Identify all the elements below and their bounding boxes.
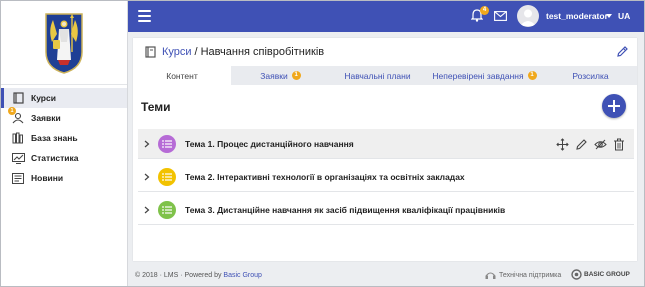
topic-title: Тема 1. Процес дистанційного навчання (185, 138, 354, 149)
tab-badge: 1 (527, 71, 537, 80)
support-icon (485, 272, 496, 279)
tab-label: Навчальні плани (344, 70, 411, 81)
sidebar: Курси 1 Заявки База знань Статистика Нов… (1, 1, 128, 286)
tab-content[interactable]: Контент (133, 66, 231, 85)
section-title: Теми (141, 100, 171, 114)
sidebar-menu: Курси 1 Заявки База знань Статистика Нов… (1, 88, 127, 188)
chevron-right-icon[interactable] (140, 140, 154, 148)
top-bar: 4 test_moderator UA (128, 1, 644, 32)
requests-icon: 1 (8, 107, 25, 125)
footer: © 2018 · LMS · Powered by Basic Group Те… (133, 266, 637, 284)
sidebar-item-label: Новини (31, 173, 64, 183)
library-icon (11, 131, 25, 145)
news-icon (11, 171, 25, 185)
logo-area (1, 1, 127, 85)
tab-badge: 1 (291, 71, 301, 80)
trash-icon[interactable] (612, 137, 626, 151)
copyright-prefix: © 2018 · LMS · Powered by (135, 271, 224, 279)
notifications-badge: 4 (480, 6, 489, 15)
language-selector[interactable]: UA (618, 11, 630, 21)
page-title: Навчання співробітників (200, 46, 325, 58)
pencil-icon[interactable] (574, 137, 588, 151)
move-icon[interactable] (555, 137, 569, 151)
sidebar-item-label: Статистика (31, 153, 79, 163)
chevron-right-icon[interactable] (140, 173, 154, 181)
tab-study-plans[interactable]: Навчальні плани (330, 66, 425, 85)
tab-label: Неперевірені завдання (432, 70, 524, 81)
tab-unchecked-tasks[interactable]: Неперевірені завдання 1 (425, 66, 544, 85)
topic-row-3[interactable]: Тема 3. Дистанційне навчання як засіб пі… (138, 195, 634, 225)
topic-actions (555, 137, 626, 151)
list-icon (158, 134, 176, 153)
requests-badge: 1 (8, 107, 16, 115)
list-icon (158, 167, 176, 186)
tab-label: Заявки (260, 70, 288, 81)
basic-group-logo-icon (571, 269, 582, 280)
sidebar-item-label: Заявки (31, 113, 61, 123)
sidebar-item-statistics[interactable]: Статистика (1, 148, 127, 168)
basic-group-logo: BASIC GROUP (571, 269, 630, 280)
hide-icon[interactable] (593, 137, 607, 151)
sidebar-item-courses[interactable]: Курси (1, 88, 127, 108)
tab-label: Розсилка (572, 70, 609, 81)
tab-requests[interactable]: Заявки 1 (231, 66, 330, 85)
kyiv-coat-of-arms-logo (45, 12, 83, 74)
support-link[interactable]: Технічна підтримка (485, 270, 561, 280)
topic-title: Тема 2. Інтерактивні технології в органі… (185, 171, 465, 182)
sidebar-item-knowledge-base[interactable]: База знань (1, 128, 127, 148)
sidebar-item-news[interactable]: Новини (1, 168, 127, 188)
tab-mailing[interactable]: Розсилка (544, 66, 637, 85)
pencil-icon[interactable] (616, 45, 629, 60)
add-topic-button[interactable] (602, 94, 626, 118)
topic-row-2[interactable]: Тема 2. Інтерактивні технології в органі… (138, 162, 634, 192)
mail-icon[interactable] (494, 11, 507, 23)
username[interactable]: test_moderator (546, 11, 608, 21)
menu-toggle-icon[interactable] (138, 10, 151, 22)
tab-label: Контент (166, 70, 198, 81)
sidebar-item-label: База знань (31, 133, 78, 143)
topic-title: Тема 3. Дистанційне навчання як засіб пі… (185, 204, 506, 215)
copyright-text: © 2018 · LMS · Powered by Basic Group (135, 272, 262, 279)
avatar[interactable] (517, 5, 539, 27)
breadcrumb-separator: / (194, 46, 198, 58)
support-label: Технічна підтримка (499, 271, 562, 279)
chart-icon (11, 151, 25, 165)
list-icon (158, 200, 176, 219)
breadcrumb: Курси / Навчання співробітників (133, 38, 637, 66)
chevron-down-icon[interactable] (606, 14, 612, 18)
topic-row-1[interactable]: Тема 1. Процес дистанційного навчання (138, 129, 634, 159)
chevron-right-icon[interactable] (140, 206, 154, 214)
book-icon (11, 91, 25, 105)
company-link[interactable]: Basic Group (223, 272, 262, 279)
course-tabs: Контент Заявки 1 Навчальні плани Неперев… (133, 66, 637, 85)
course-card: Курси / Навчання співробітників Контент … (133, 38, 637, 261)
breadcrumb-courses-link[interactable]: Курси (162, 46, 192, 58)
basic-group-logo-text: BASIC GROUP (584, 271, 630, 278)
sidebar-item-label: Курси (31, 93, 56, 103)
book-icon (145, 46, 156, 58)
sidebar-item-requests[interactable]: 1 Заявки (1, 107, 127, 128)
